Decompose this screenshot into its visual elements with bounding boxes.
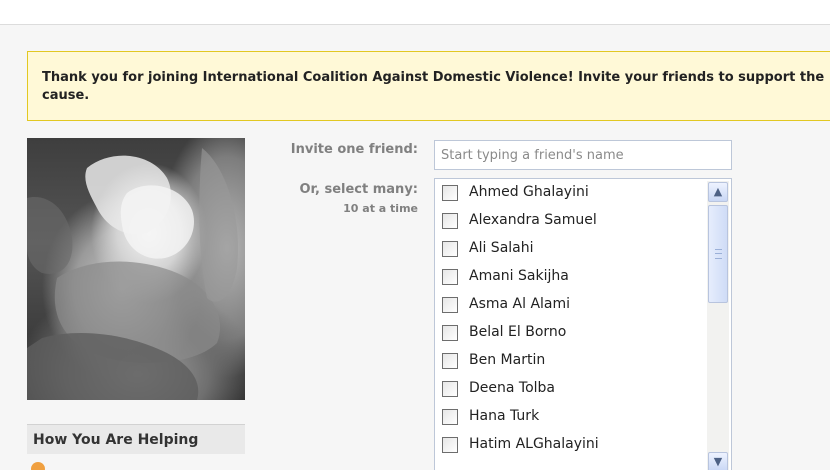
friend-list-item[interactable]: Asma Al Alami	[442, 295, 702, 317]
friend-checkbox[interactable]	[442, 381, 458, 397]
hands-photo-illustration	[27, 148, 238, 400]
friend-checkbox[interactable]	[442, 185, 458, 201]
friend-list-item[interactable]: Deena Tolba	[442, 379, 702, 401]
friend-checkbox[interactable]	[442, 325, 458, 341]
friend-name: Hatim ALGhalayini	[469, 436, 599, 452]
friend-list-item[interactable]: Alexandra Samuel	[442, 211, 702, 233]
friend-checkbox[interactable]	[442, 213, 458, 229]
grip-icon	[715, 249, 722, 259]
friend-name: Belal El Borno	[469, 324, 567, 340]
friend-checkbox[interactable]	[442, 409, 458, 425]
cause-photo	[27, 138, 245, 400]
friend-select-list[interactable]: Ahmed Ghalayini Alexandra Samuel Ali Sal…	[434, 178, 732, 470]
select-many-label: Or, select many:	[299, 182, 418, 197]
page: Thank you for joining International Coal…	[0, 0, 830, 470]
select-limit-label: 10 at a time	[343, 202, 418, 215]
friend-list-item[interactable]: Hatim ALGhalayini	[442, 435, 702, 457]
friend-checkbox[interactable]	[442, 437, 458, 453]
friend-name: Deena Tolba	[469, 380, 556, 396]
friend-list-scrollbar[interactable]: ▲ ▼	[707, 181, 729, 470]
friend-name: Alexandra Samuel	[469, 212, 597, 228]
friend-checkbox[interactable]	[442, 269, 458, 285]
arrow-up-icon[interactable]: ▲	[708, 182, 728, 202]
top-bar	[0, 0, 830, 25]
friend-list-item[interactable]: Ahmed Ghalayini	[442, 183, 702, 205]
how-you-are-helping-header: How You Are Helping	[27, 424, 245, 454]
friend-name: Ben Martin	[469, 352, 546, 368]
friend-name: Ali Salahi	[469, 240, 534, 256]
friend-name: Ahmed Ghalayini	[469, 184, 589, 200]
how-you-are-helping-title: How You Are Helping	[33, 432, 199, 448]
friend-name: Hana Turk	[469, 408, 540, 424]
invite-one-friend-label: Invite one friend:	[290, 142, 418, 157]
helping-info-icon	[31, 462, 45, 470]
arrow-down-icon[interactable]: ▼	[708, 452, 728, 470]
notice-message: Thank you for joining International Coal…	[42, 70, 825, 103]
join-confirmation-notice: Thank you for joining International Coal…	[27, 51, 830, 121]
friend-checkbox[interactable]	[442, 241, 458, 257]
friend-list-item[interactable]: Amani Sakijha	[442, 267, 702, 289]
scroll-thumb[interactable]	[708, 205, 728, 303]
friend-name: Asma Al Alami	[469, 296, 571, 312]
friend-list-item[interactable]: Ben Martin	[442, 351, 702, 373]
friend-checkbox[interactable]	[442, 297, 458, 313]
friend-search-input[interactable]	[434, 140, 732, 170]
friend-checkbox[interactable]	[442, 353, 458, 369]
friend-name: Amani Sakijha	[469, 268, 569, 284]
friend-list-item[interactable]: Belal El Borno	[442, 323, 702, 345]
friend-list-item[interactable]: Hana Turk	[442, 407, 702, 429]
friend-list-item[interactable]: Ali Salahi	[442, 239, 702, 261]
